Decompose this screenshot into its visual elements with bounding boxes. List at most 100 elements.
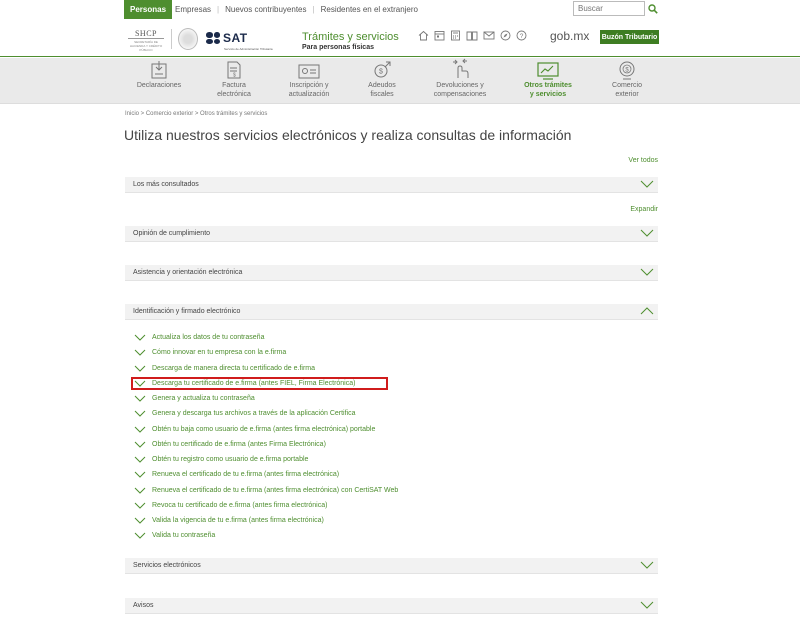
calendar-icon[interactable] [434, 30, 445, 41]
help-icon[interactable]: ? [516, 30, 527, 41]
list-item[interactable]: Obtén tu registro como usuario de e.firm… [134, 452, 398, 467]
inscripcion-icon [298, 64, 320, 79]
nav-label: actualización [288, 91, 330, 98]
calculator-icon[interactable] [450, 30, 461, 41]
list-item-label: Descarga de manera directa tu certificad… [152, 364, 316, 372]
list-item-label: Revoca tu certificado de e.firma (antes … [152, 501, 328, 509]
shcp-logo-subtext: SECRETARÍA DE HACIENDA Y CRÉDITO PÚBLICO [129, 40, 163, 52]
expandir-link[interactable]: Expandir [630, 206, 658, 213]
nav-item-otros-tramites[interactable]: Otros trámites y servicios [513, 58, 583, 104]
nav-item-inscripcion[interactable]: Inscripción y actualización [274, 58, 344, 104]
nav-label: Declaraciones [136, 82, 182, 89]
nav-item-devoluciones[interactable]: Devoluciones y compensaciones [425, 58, 495, 104]
chevron-down-icon [134, 395, 146, 402]
chevron-down-icon [134, 533, 146, 540]
gobmx-link[interactable]: gob.mx [550, 29, 589, 43]
nav-item-declaraciones[interactable]: Declaraciones [124, 58, 194, 104]
list-item[interactable]: Renueva el certificado de tu e.firma (an… [134, 467, 398, 482]
chevron-down-icon [134, 426, 146, 433]
section-avisos[interactable]: Avisos [125, 598, 658, 614]
nav-label: Adeudos [368, 82, 396, 89]
tab-personas[interactable]: Personas [124, 0, 173, 19]
sat-logo[interactable]: SAT [206, 31, 248, 45]
section-opinion-cumplimiento[interactable]: Opinión de cumplimiento [125, 226, 658, 242]
compass-icon[interactable] [500, 30, 511, 41]
list-item[interactable]: Valida la vigencia de tu e.firma (antes … [134, 513, 398, 528]
chevron-down-icon [134, 350, 146, 357]
list-item-label: Obtén tu baja como usuario de e.firma (a… [152, 425, 376, 433]
list-item[interactable]: Cómo innovar en tu empresa con la e.firm… [134, 345, 398, 360]
list-item[interactable]: Actualiza los datos de tu contraseña [134, 330, 398, 345]
nav-label: y servicios [529, 91, 567, 98]
list-item-label: Obtén tu registro como usuario de e.firm… [152, 456, 309, 464]
mail-icon[interactable] [483, 30, 495, 41]
nav-item-comercio[interactable]: $ Comercio exterior [592, 58, 662, 104]
list-item[interactable]: Revoca tu certificado de e.firma (antes … [134, 498, 398, 513]
header-subtitle: Para personas físicas [302, 44, 374, 51]
list-item-label: Renueva el certificado de tu e.firma (an… [152, 471, 340, 479]
book-icon[interactable] [466, 30, 478, 41]
tab-nuevos-contribuyentes[interactable]: Nuevos contribuyentes [219, 0, 312, 19]
chevron-down-icon [640, 601, 654, 609]
nav-label: compensaciones [433, 91, 487, 98]
search-button[interactable] [646, 1, 660, 16]
chevron-down-icon [134, 365, 146, 372]
list-item[interactable]: Valida tu contraseña [134, 528, 398, 543]
home-icon[interactable] [418, 30, 429, 41]
list-item[interactable]: Renueva el certificado de tu e.firma (an… [134, 483, 398, 498]
nav-label: exterior [615, 91, 639, 98]
sat-logo-mark-icon [206, 32, 220, 44]
chevron-down-icon [134, 502, 146, 509]
section-title: Avisos [133, 602, 154, 609]
nav-label: Otros trámites [524, 82, 572, 89]
nav-label: Factura [222, 82, 246, 89]
list-item-label: Obtén tu certificado de e.firma (antes F… [152, 440, 326, 448]
section-mas-consultados[interactable]: Los más consultados [125, 177, 658, 193]
nav-label: Devoluciones y [436, 82, 484, 89]
site-header: SHCP SECRETARÍA DE HACIENDA Y CRÉDITO PÚ… [0, 19, 800, 57]
section-title: Opinión de cumplimiento [133, 230, 211, 237]
section-identificacion[interactable]: Identificación y firmado electrónico [125, 304, 658, 320]
list-item-label: Valida la vigencia de tu e.firma (antes … [152, 517, 324, 525]
list-item[interactable]: Genera y actualiza tu contraseña [134, 391, 398, 406]
search-icon [648, 3, 658, 14]
chevron-down-icon [640, 561, 654, 569]
tab-empresas[interactable]: Empresas [172, 0, 217, 19]
header-title-block: Trámites y servicios Para personas físic… [302, 31, 399, 51]
shcp-logo[interactable]: SHCP SECRETARÍA DE HACIENDA Y CRÉDITO PÚ… [128, 29, 164, 52]
audience-tabs: Personas Empresas | Nuevos contribuyente… [124, 0, 424, 19]
section-title: Los más consultados [133, 181, 199, 188]
section-title: Identificación y firmado electrónico [133, 308, 241, 315]
list-item-label: Valida tu contraseña [152, 532, 216, 540]
nav-label: Inscripción y [289, 82, 329, 89]
chevron-down-icon [134, 487, 146, 494]
section-title: Asistencia y orientación electrónica [133, 269, 243, 276]
breadcrumb[interactable]: Inicio > Comercio exterior > Otros trámi… [125, 111, 267, 117]
chevron-down-icon [134, 472, 146, 479]
nav-item-factura[interactable]: $ Factura electrónica [199, 58, 269, 104]
nav-label: Comercio [612, 82, 642, 89]
list-item[interactable]: Obtén tu baja como usuario de e.firma (a… [134, 422, 398, 437]
factura-icon: $ [227, 61, 241, 79]
chevron-down-icon [640, 229, 654, 237]
top-bar: Personas Empresas | Nuevos contribuyente… [0, 0, 800, 19]
section-servicios-electronicos[interactable]: Servicios electrónicos [125, 558, 658, 574]
nav-label: fiscales [370, 91, 394, 98]
list-item[interactable]: Obtén tu certificado de e.firma (antes F… [134, 437, 398, 452]
section-asistencia[interactable]: Asistencia y orientación electrónica [125, 265, 658, 281]
chevron-down-icon [134, 334, 146, 341]
sat-logo-text: SAT [223, 31, 248, 45]
identificacion-links-list: Actualiza los datos de tu contraseña Cóm… [134, 330, 398, 544]
devoluciones-icon [453, 58, 469, 78]
nav-item-adeudos[interactable]: $ Adeudos fiscales [347, 58, 417, 104]
chevron-down-icon [640, 180, 654, 188]
buzon-tributario-button[interactable]: Buzón Tributario [600, 30, 659, 44]
list-item[interactable]: Descarga de manera directa tu certificad… [134, 361, 398, 376]
tab-residentes-extranjero[interactable]: Residentes en el extranjero [315, 0, 424, 19]
svg-text:?: ? [520, 33, 524, 40]
search-input[interactable] [573, 1, 645, 16]
ver-todos-link[interactable]: Ver todos [628, 157, 658, 164]
list-item-label: Cómo innovar en tu empresa con la e.firm… [152, 349, 287, 357]
otros-tramites-icon [537, 62, 559, 80]
list-item[interactable]: Genera y descarga tus archivos a través … [134, 406, 398, 421]
